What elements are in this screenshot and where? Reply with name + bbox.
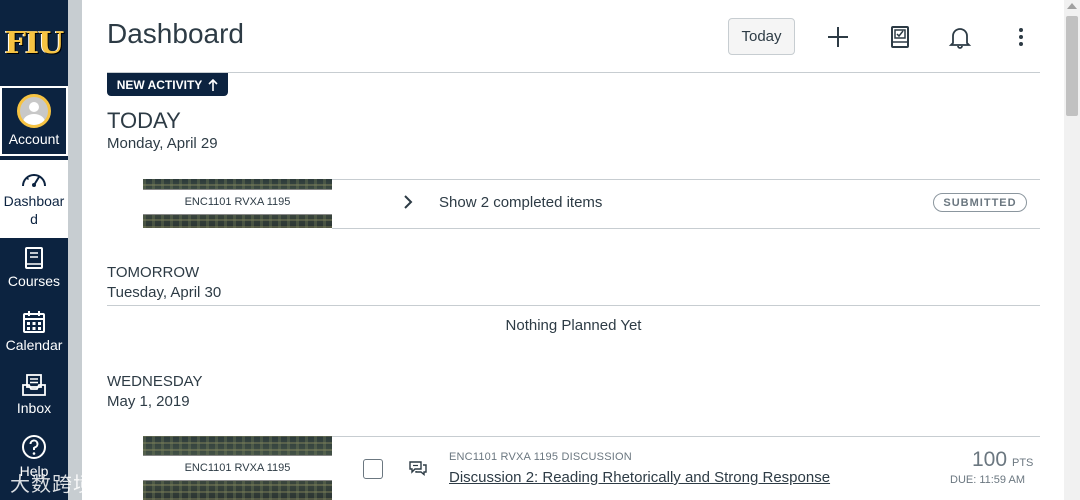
- nav-item-courses[interactable]: Courses: [0, 246, 68, 290]
- complete-checkbox[interactable]: [363, 459, 383, 479]
- new-activity-label: NEW ACTIVITY: [116, 77, 203, 92]
- course-thumbnail[interactable]: ENC1101 RVXA 1195: [143, 179, 332, 228]
- help-circle-icon: [22, 435, 46, 459]
- discussion-icon: [409, 461, 427, 476]
- day-date-today: Monday, April 29: [107, 135, 218, 152]
- today-button[interactable]: Today: [728, 18, 795, 55]
- nav-item-label: Courses: [7, 273, 61, 289]
- nav-item-inbox[interactable]: Inbox: [0, 373, 68, 417]
- day-heading-wednesday: WEDNESDAY: [107, 373, 203, 390]
- nav-item-label: Dashboar d: [3, 193, 65, 227]
- header-divider: [107, 72, 1040, 73]
- nav-item-label: Inbox: [16, 400, 52, 416]
- item-course-context: ENC1101 RVXA 1195 DISCUSSION: [449, 451, 632, 463]
- day-heading-today: TODAY: [107, 108, 181, 133]
- day-date-tomorrow: Tuesday, April 30: [107, 284, 222, 301]
- fiu-logo[interactable]: FIU: [0, 0, 68, 86]
- watermark: 大数跨境: [10, 472, 94, 496]
- inbox-icon: [22, 374, 46, 396]
- day-heading-tomorrow: TOMORROW: [107, 264, 200, 281]
- status-badge: SUBMITTED: [933, 193, 1027, 212]
- nothing-planned-message: Nothing Planned Yet: [505, 317, 642, 334]
- arrow-up-icon: [208, 78, 218, 91]
- day-divider: [107, 305, 1040, 306]
- plus-icon[interactable]: [825, 24, 851, 50]
- page-title: Dashboard: [107, 18, 244, 49]
- course-thumbnail[interactable]: ENC1101 RVXA 1195: [143, 436, 332, 500]
- course-code: ENC1101 RVXA 1195: [143, 455, 332, 481]
- course-code: ENC1101 RVXA 1195: [143, 189, 332, 215]
- due-time: DUE: 11:59 AM: [950, 474, 1025, 486]
- global-nav: FIU Account Dashboar d Courses Calendar …: [0, 0, 68, 500]
- more-vertical-icon[interactable]: [1008, 24, 1034, 50]
- book-icon: [25, 247, 43, 269]
- new-activity-button[interactable]: NEW ACTIVITY: [107, 73, 228, 96]
- nav-item-account[interactable]: Account: [0, 86, 68, 156]
- dashboard-gauge-icon: [22, 174, 46, 187]
- avatar: [17, 94, 51, 128]
- nav-item-dashboard[interactable]: Dashboar d: [0, 160, 68, 238]
- planner-item-bottom-border: [332, 228, 1040, 229]
- calendar-icon: [23, 311, 45, 333]
- nav-item-calendar[interactable]: Calendar: [0, 310, 68, 354]
- todo-list-icon[interactable]: [887, 24, 913, 50]
- bell-icon[interactable]: [947, 24, 973, 50]
- scroll-up-arrow-icon[interactable]: [1067, 3, 1077, 9]
- day-date-wednesday: May 1, 2019: [107, 393, 190, 410]
- nav-item-label: Calendar: [5, 337, 63, 353]
- nav-collapse-divider: [68, 0, 82, 500]
- nav-item-label: Account: [8, 131, 60, 147]
- chevron-right-icon[interactable]: [400, 194, 416, 210]
- points-value: 100: [972, 448, 1008, 471]
- scrollbar-thumb[interactable]: [1066, 16, 1078, 116]
- show-completed-items-link[interactable]: Show 2 completed items: [439, 194, 602, 211]
- discussion-title-link[interactable]: Discussion 2: Reading Rhetorically and S…: [449, 469, 830, 486]
- points-unit: PTS: [1012, 457, 1034, 469]
